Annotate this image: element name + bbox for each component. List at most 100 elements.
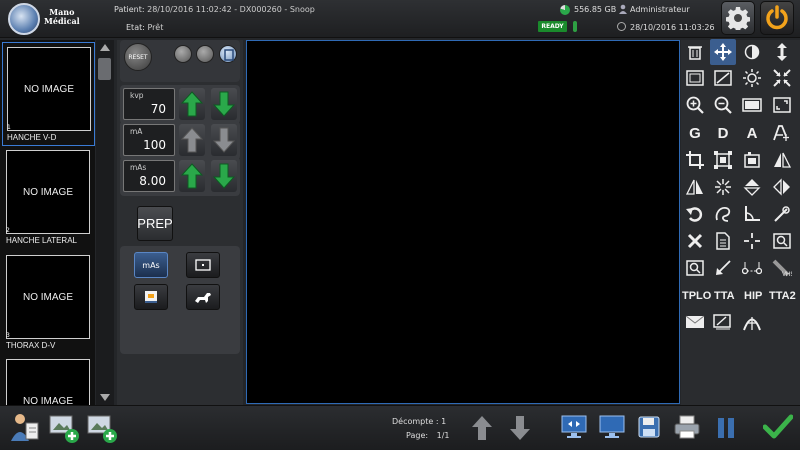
mode-mas-button[interactable]: mAs: [134, 252, 168, 278]
mas-label: mAs: [130, 163, 147, 172]
reset-button[interactable]: RESET: [124, 43, 152, 71]
move-arrows-icon: [714, 43, 732, 61]
kvp-field[interactable]: kvp 70: [123, 88, 175, 120]
power-button[interactable]: [760, 1, 794, 35]
flip-horizontal-tool[interactable]: [769, 174, 795, 200]
rotate-left-tool[interactable]: [682, 174, 708, 200]
pause-button[interactable]: [714, 414, 738, 442]
cancel-tool[interactable]: [682, 228, 708, 254]
monitor-exchange-button[interactable]: [560, 412, 588, 442]
print-button[interactable]: [672, 412, 702, 442]
arrow-tool[interactable]: [710, 255, 736, 281]
thumbnail-item[interactable]: NO IMAGE 1 HANCHE V-D: [2, 42, 95, 146]
kvp-up-button[interactable]: [179, 88, 205, 120]
mas-field[interactable]: mAs 8.00: [123, 160, 175, 192]
header-bar: Mano Médical Patient: 28/10/2016 11:02:4…: [0, 0, 800, 38]
flip-left-icon: [686, 179, 703, 195]
round-button-2[interactable]: [196, 45, 214, 63]
settings-button[interactable]: [721, 1, 755, 35]
monitor-button[interactable]: [598, 412, 626, 442]
zoom-out-tool[interactable]: [710, 92, 736, 118]
brightness-tool[interactable]: [739, 65, 765, 91]
add-image-button[interactable]: [48, 412, 80, 444]
checkmark-icon: [763, 414, 793, 439]
thumbnail-item[interactable]: NO IMAGE 2 HANCHE LATERAL: [2, 146, 95, 250]
kvp-down-button[interactable]: [211, 88, 237, 120]
contrast-tool[interactable]: [739, 39, 765, 65]
thumbnail-item[interactable]: NO IMAGE 3 THORAX D-V: [2, 251, 95, 355]
mode-field-button[interactable]: [186, 252, 220, 278]
zoom-in-icon: [686, 96, 704, 114]
thumbnail-scrollbar[interactable]: [96, 40, 114, 405]
next-page-button[interactable]: [508, 413, 532, 443]
expand-tool[interactable]: [769, 92, 795, 118]
previous-page-button[interactable]: [470, 413, 494, 443]
mode-animal-button[interactable]: [186, 284, 220, 310]
undo-tool[interactable]: [682, 201, 708, 227]
scroll-down-icon[interactable]: [100, 394, 110, 401]
ready-badge: READY: [538, 21, 567, 32]
delete-tool[interactable]: [682, 39, 708, 65]
gear-icon: [726, 7, 750, 30]
shutter-tool[interactable]: [739, 147, 765, 173]
crosshair-tool[interactable]: [739, 228, 765, 254]
status-label: Etat:: [126, 23, 145, 32]
footer-bar: Décompte : 1 Page: 1/1: [0, 405, 800, 450]
report-tool[interactable]: [710, 228, 736, 254]
document-button[interactable]: [219, 45, 237, 63]
scroll-up-icon[interactable]: [100, 44, 110, 51]
annotation-d-tool[interactable]: D: [710, 120, 736, 146]
app-logo-text: Mano Médical: [44, 8, 80, 26]
fullscreen-tool[interactable]: [739, 92, 765, 118]
mirror-tool[interactable]: [769, 147, 795, 173]
window-tool[interactable]: [682, 65, 708, 91]
thumbnail-label: HANCHE LATERAL: [6, 236, 77, 245]
distance-tool[interactable]: [739, 255, 765, 281]
loupe-tool[interactable]: [682, 255, 708, 281]
vhs-tool[interactable]: VHS: [769, 255, 795, 281]
document-icon: [224, 49, 234, 61]
scrollbar-thumb[interactable]: [98, 58, 111, 80]
magnify-tool[interactable]: [769, 228, 795, 254]
annotation-g-tool[interactable]: G: [682, 120, 708, 146]
ma-field[interactable]: mA 100: [123, 124, 175, 156]
mode-table-button[interactable]: [134, 284, 168, 310]
add-series-button[interactable]: [86, 412, 118, 444]
email-tool[interactable]: [682, 309, 708, 335]
save-button[interactable]: [637, 413, 661, 441]
tta-tool[interactable]: TTA: [714, 290, 735, 302]
norberg-tool[interactable]: [739, 309, 765, 335]
prep-button[interactable]: PREP: [137, 206, 173, 241]
ma-up-button[interactable]: [179, 124, 205, 156]
document-icon: [716, 232, 730, 250]
image-viewer[interactable]: [246, 40, 680, 404]
flip-vertical-tool[interactable]: [739, 174, 765, 200]
ma-down-button[interactable]: [211, 124, 237, 156]
tta2-tool[interactable]: TTA2: [769, 290, 796, 302]
crop-tool[interactable]: [682, 147, 708, 173]
region-tool[interactable]: [710, 147, 736, 173]
text-edit-tool[interactable]: [769, 120, 795, 146]
calibrate-tool[interactable]: [769, 201, 795, 227]
fit-tool[interactable]: [769, 65, 795, 91]
pan-tool[interactable]: [710, 39, 736, 65]
thumbnail-item[interactable]: NO IMAGE: [2, 355, 95, 405]
crop-icon: [686, 151, 704, 169]
freehand-tool[interactable]: [710, 201, 736, 227]
confirm-button[interactable]: [762, 412, 794, 442]
mas-down-button[interactable]: [211, 160, 237, 192]
round-button-1[interactable]: [174, 45, 192, 63]
mas-up-button[interactable]: [179, 160, 205, 192]
zoom-in-tool[interactable]: [682, 92, 708, 118]
tplo-tool[interactable]: TPLO: [682, 290, 711, 302]
annotation-text-tool[interactable]: A: [739, 120, 765, 146]
flip-vertical-icon: [743, 179, 761, 196]
edit-image-tool[interactable]: [710, 309, 736, 335]
level-tool[interactable]: [710, 65, 736, 91]
angle-tool[interactable]: [739, 201, 765, 227]
sharpen-tool[interactable]: [710, 174, 736, 200]
hip-tool[interactable]: HIP: [744, 290, 762, 302]
vertical-flip-tool[interactable]: [769, 39, 795, 65]
patient-record-button[interactable]: [10, 410, 40, 444]
patient-label: Patient:: [114, 5, 145, 14]
